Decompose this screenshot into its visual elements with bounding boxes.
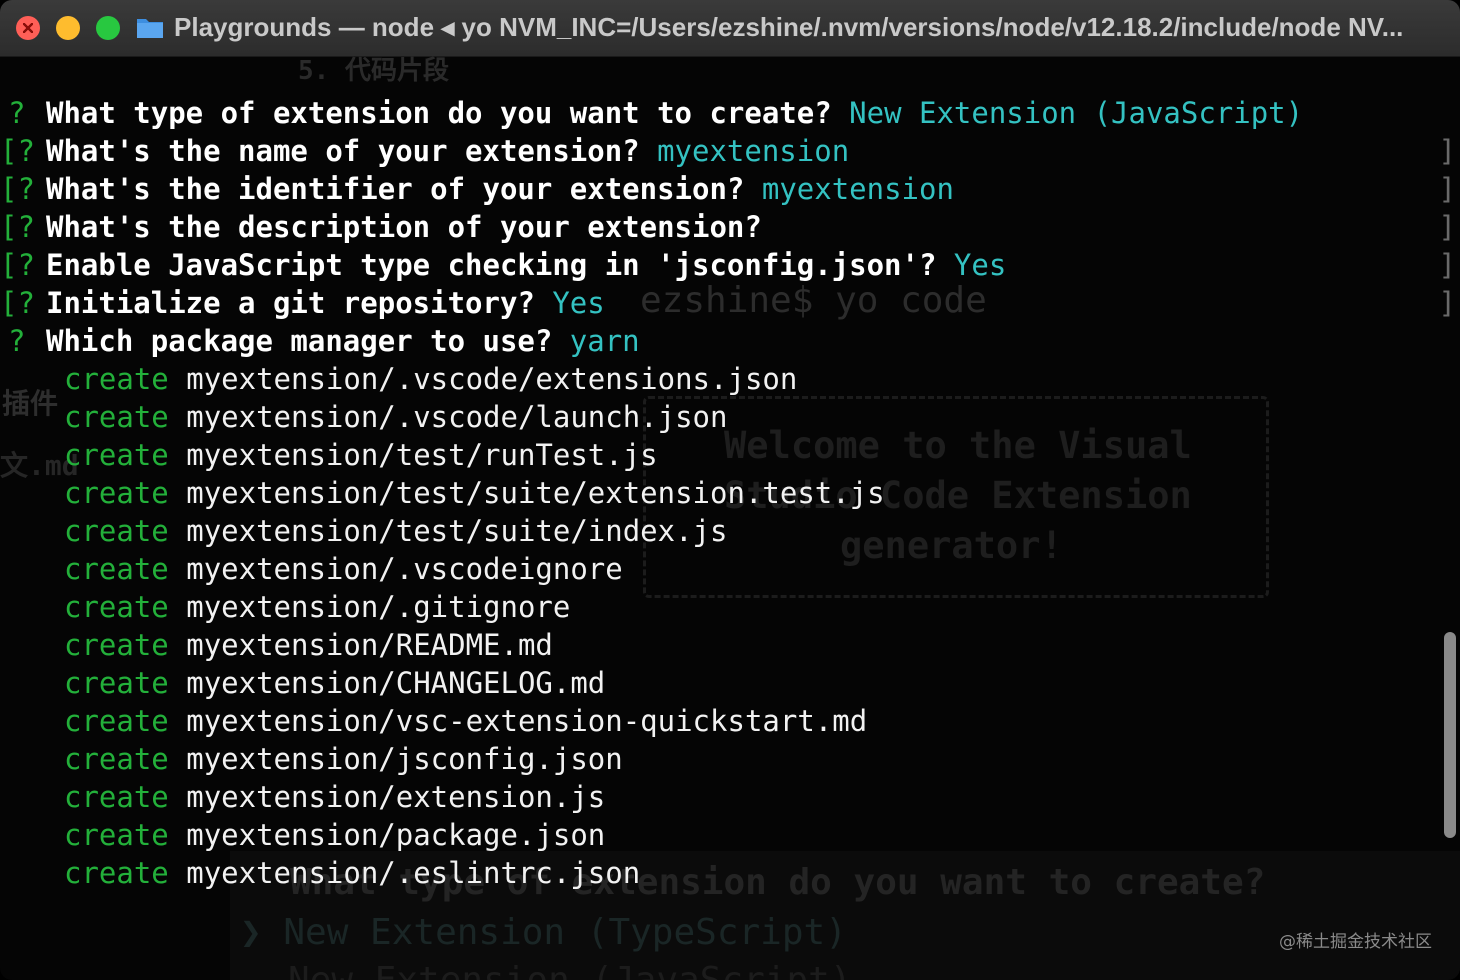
create-line: create myextension/extension.js <box>0 778 1460 816</box>
vertical-scrollbar[interactable] <box>1444 632 1456 838</box>
create-keyword: create <box>64 362 169 396</box>
prompt-prefix: [? <box>0 172 35 206</box>
prompt-question: Enable JavaScript type checking in 'jsco… <box>46 248 937 282</box>
prompt-prefix: [? <box>0 134 35 168</box>
create-line: create myextension/test/suite/index.js <box>0 512 1460 550</box>
created-file-path: myextension/jsconfig.json <box>186 742 623 776</box>
created-file-path: myextension/test/suite/index.js <box>186 514 728 548</box>
created-file-path: myextension/CHANGELOG.md <box>186 666 606 700</box>
folder-icon <box>137 19 163 38</box>
ghost-bottom-option: ❯ New Extension (TypeScript) <box>240 912 847 953</box>
create-keyword: create <box>64 704 169 738</box>
prompt-line: [? What's the name of your extension? mye… <box>0 132 1460 170</box>
prompt-answer: myextension <box>657 134 850 168</box>
created-file-path: myextension/.vscode/launch.json <box>186 400 728 434</box>
created-file-path: myextension/test/suite/extension.test.js <box>186 476 885 510</box>
created-file-path: myextension/.vscodeignore <box>186 552 623 586</box>
line-bracket: ] <box>1438 172 1456 206</box>
create-line: create myextension/.gitignore <box>0 588 1460 626</box>
terminal-content[interactable]: 5. 代码片段 插件 文.md ezshine$ yo code Welcome… <box>0 56 1460 980</box>
prompt-line: ? Which package manager to use? yarn <box>0 322 1460 360</box>
create-keyword: create <box>64 552 169 586</box>
created-file-path: myextension/package.json <box>186 818 606 852</box>
ghost-section: 5. 代码片段 <box>298 56 449 86</box>
create-keyword: create <box>64 742 169 776</box>
terminal-output: ? What type of extension do you want to c… <box>0 94 1460 892</box>
ghost-bottom-option-2: New Extension (JavaScript) <box>288 960 852 980</box>
create-keyword: create <box>64 590 169 624</box>
create-line: create myextension/test/runTest.js <box>0 436 1460 474</box>
prompt-prefix: [? <box>0 248 35 282</box>
line-bracket: ] <box>1438 286 1456 320</box>
create-keyword: create <box>64 628 169 662</box>
title-bar: Playgrounds — node ◂ yo NVM_INC=/Users/e… <box>0 0 1460 57</box>
prompt-line: [? Initialize a git repository? Yes] <box>0 284 1460 322</box>
prompt-answer: Yes <box>552 286 605 320</box>
create-keyword: create <box>64 438 169 472</box>
created-file-path: myextension/extension.js <box>186 780 606 814</box>
terminal-window: Playgrounds — node ◂ yo NVM_INC=/Users/e… <box>0 0 1460 980</box>
prompt-prefix: ? <box>8 96 26 130</box>
create-line: create myextension/.vscode/extensions.js… <box>0 360 1460 398</box>
prompt-question: Initialize a git repository? <box>46 286 535 320</box>
created-file-path: myextension/test/runTest.js <box>186 438 658 472</box>
prompt-prefix: ? <box>8 324 26 358</box>
window-title: Playgrounds — node ◂ yo NVM_INC=/Users/e… <box>174 12 1404 42</box>
watermark: @稀土掘金技术社区 <box>1279 932 1432 952</box>
create-keyword: create <box>64 400 169 434</box>
line-bracket: ] <box>1438 210 1456 244</box>
prompt-answer: Yes <box>953 248 1007 282</box>
prompt-line: [? Enable JavaScript type checking in 'js… <box>0 246 1460 284</box>
created-file-path: myextension/.gitignore <box>186 590 571 624</box>
create-keyword: create <box>64 476 169 510</box>
close-button[interactable] <box>16 16 40 40</box>
create-line: create myextension/README.md <box>0 626 1460 664</box>
created-file-path: myextension/.vscode/extensions.json <box>186 362 798 396</box>
prompt-question: What's the description of your extension… <box>46 210 762 244</box>
zoom-button[interactable] <box>96 16 120 40</box>
create-keyword: create <box>64 856 169 890</box>
create-keyword: create <box>64 666 169 700</box>
prompt-question: What's the name of your extension? <box>46 134 640 168</box>
prompt-answer: myextension <box>761 172 954 206</box>
create-line: create myextension/vsc-extension-quickst… <box>0 702 1460 740</box>
prompt-answer: New Extension (JavaScript) <box>849 96 1304 130</box>
prompt-line: [? What's the description of your extensi… <box>0 208 1460 246</box>
prompt-question: Which package manager to use? <box>46 324 553 358</box>
prompt-prefix: [? <box>0 286 35 320</box>
create-line: create myextension/jsconfig.json <box>0 740 1460 778</box>
prompt-answer: yarn <box>569 324 640 358</box>
create-line: create myextension/.eslintrc.json <box>0 854 1460 892</box>
line-bracket: ] <box>1438 134 1456 168</box>
create-keyword: create <box>64 818 169 852</box>
line-bracket: ] <box>1438 248 1456 282</box>
create-line: create myextension/test/suite/extension.… <box>0 474 1460 512</box>
created-file-path: myextension/README.md <box>186 628 553 662</box>
create-keyword: create <box>64 780 169 814</box>
create-line: create myextension/.vscode/launch.json <box>0 398 1460 436</box>
prompt-line: [? What's the identifier of your extensio… <box>0 170 1460 208</box>
create-keyword: create <box>64 514 169 548</box>
create-line: create myextension/.vscodeignore <box>0 550 1460 588</box>
minimize-button[interactable] <box>56 16 80 40</box>
created-file-path: myextension/vsc-extension-quickstart.md <box>186 704 868 738</box>
created-file-path: myextension/.eslintrc.json <box>186 856 641 890</box>
prompt-question: What type of extension do you want to cr… <box>46 96 832 130</box>
prompt-line: ? What type of extension do you want to c… <box>0 94 1460 132</box>
create-line: create myextension/CHANGELOG.md <box>0 664 1460 702</box>
create-line: create myextension/package.json <box>0 816 1460 854</box>
prompt-prefix: [? <box>0 210 35 244</box>
prompt-question: What's the identifier of your extension? <box>46 172 745 206</box>
